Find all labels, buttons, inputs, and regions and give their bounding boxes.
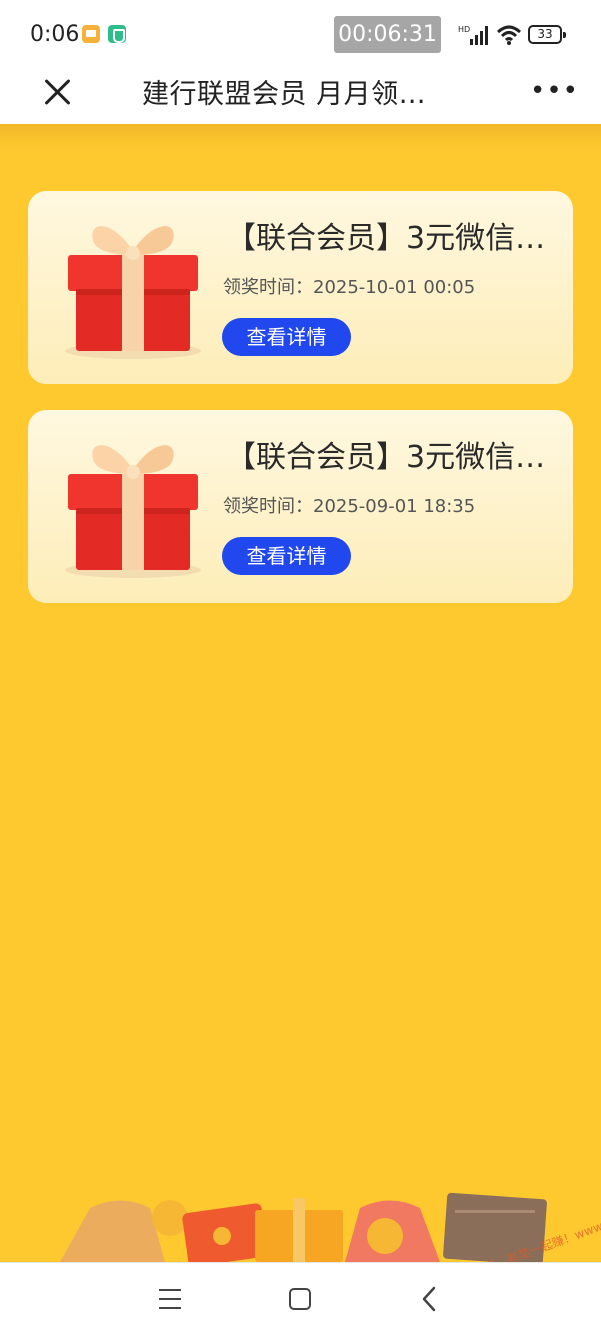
- prize-card[interactable]: 【联合会员】3元微信立减金 领奖时间：2025-10-01 00:05 查看详情: [28, 191, 573, 384]
- prize-time-label: 领奖时间：: [223, 496, 313, 517]
- prize-time-value: 2025-10-01 00:05: [313, 277, 476, 298]
- wifi-icon: [496, 25, 522, 45]
- page-title: 建行联盟会员 月月领福利: [142, 79, 442, 110]
- title-bar: 建行联盟会员 月月领福利 •••: [0, 68, 601, 124]
- status-time: 0:06: [30, 22, 80, 47]
- security-app-icon: [108, 25, 126, 43]
- system-navigation-bar: [0, 1262, 601, 1334]
- view-details-button[interactable]: 查看详情: [222, 318, 351, 356]
- back-icon[interactable]: [418, 1285, 442, 1313]
- recording-timer: 00:06:31: [334, 16, 441, 53]
- status-bar: 0:06 00:06:31 HD 33: [0, 0, 601, 68]
- header-shadow: [0, 124, 601, 150]
- view-details-button[interactable]: 查看详情: [222, 537, 351, 575]
- signal-icon: HD: [458, 25, 488, 45]
- prize-time: 领奖时间：2025-09-01 18:35: [223, 492, 475, 518]
- prize-list-page: 【联合会员】3元微信立减金 领奖时间：2025-10-01 00:05 查看详情…: [0, 124, 601, 1262]
- prize-time-label: 领奖时间：: [223, 277, 313, 298]
- notification-app-icon: [82, 25, 100, 43]
- network-label: HD: [458, 25, 470, 34]
- gift-box-icon: [65, 226, 201, 359]
- close-icon[interactable]: [40, 74, 76, 110]
- gift-box-icon: [65, 445, 201, 578]
- prize-card[interactable]: 【联合会员】3元微信立减金 领奖时间：2025-09-01 18:35 查看详情: [28, 410, 573, 603]
- prize-time-value: 2025-09-01 18:35: [313, 496, 476, 517]
- prize-time: 领奖时间：2025-10-01 00:05: [223, 273, 475, 299]
- menu-icon[interactable]: [159, 1289, 181, 1309]
- prize-title: 【联合会员】3元微信立减金: [226, 440, 546, 475]
- battery-icon: 33: [528, 25, 566, 44]
- home-icon[interactable]: [289, 1288, 311, 1310]
- prize-title: 【联合会员】3元微信立减金: [226, 221, 546, 256]
- more-dots-icon[interactable]: •••: [530, 76, 578, 106]
